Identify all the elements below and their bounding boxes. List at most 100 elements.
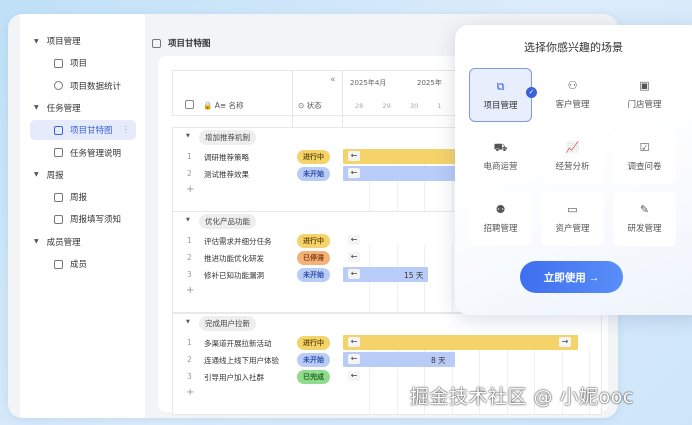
survey-icon: ☑ [639,141,650,154]
page-title: 项目甘特图 [152,37,211,49]
sidebar-item[interactable]: 成员 [20,254,145,274]
duration-label: 15 天 [404,271,424,280]
task-name[interactable]: 连通线上线下用户体验 [204,355,279,366]
pen-icon: ✎ [639,203,650,216]
day-label: 1 [437,102,442,110]
gantt-icon [152,38,161,48]
scene-option[interactable]: ⚇ 客户管理 [541,68,604,122]
group-name[interactable]: 优化产品功能 [199,214,256,229]
day-label: 28 [355,102,364,110]
sidebar-item-label: 项目甘特图 [70,126,113,137]
arrow-left-icon[interactable]: ← [348,168,360,178]
doc-icon [54,148,63,157]
doc-icon [54,214,63,224]
row-number: 2 [187,253,192,262]
scene-option-label: 经营分析 [555,162,590,172]
page-title-text: 项目甘特图 [168,39,211,49]
status-badge[interactable]: 已完成 [297,370,330,384]
caret-down-icon: ▼ [34,104,39,112]
sidebar-item[interactable]: ▼ 任务管理 [20,98,145,118]
collapse-group-icon[interactable]: ▼ [186,133,190,139]
more-icon[interactable]: ⋮ [122,125,131,135]
status-badge[interactable]: 未开始 [297,353,330,367]
sidebar-item[interactable]: ▼ 周报 [20,165,145,185]
sidebar-item[interactable]: 项目数据统计 [20,76,145,96]
scene-option[interactable]: ▭ 资产管理 [541,192,604,246]
scene-option[interactable]: 📈 经营分析 [541,130,604,184]
task-name[interactable]: 推进功能优化研发 [204,253,264,264]
sidebar-item[interactable]: 周报填写须知 [20,209,145,229]
gantt-bar[interactable] [343,335,578,350]
scene-option[interactable]: ⛟ 电商运营 [469,130,532,184]
scene-option-label: 门店管理 [627,100,662,110]
arrow-left-icon[interactable]: ← [348,354,360,364]
task-name[interactable]: 测试推荐效果 [204,169,249,180]
sidebar-item[interactable]: 周报 [20,187,145,207]
sidebar-item[interactable]: ▼ 项目管理 [20,31,145,51]
sidebar: ▼ 项目管理项目项目数据统计 ▼ 任务管理项目甘特图 ⋮ 任务管理说明 ▼ 周报 周报 周报填写须… [20,14,145,418]
scene-option[interactable]: ⧉ 项目管理 [469,68,532,122]
use-now-button[interactable]: 立即使用 → [520,261,623,293]
sidebar-item-label: 项目 [70,59,88,70]
col-status-label: 状态 [306,101,322,110]
sidebar-item[interactable]: ▼ 成员管理 [20,232,145,252]
task-name[interactable]: 引导用户加入社群 [204,372,264,383]
month-label: 2025年4月 [350,79,387,87]
group-name[interactable]: 完成用户拉新 [199,316,256,331]
collapse-group-icon[interactable]: ▼ [186,319,190,325]
arrow-right-icon[interactable]: → [559,337,571,347]
sidebar-item[interactable]: 任务管理说明 [20,143,145,163]
sidebar-item[interactable]: 项目 [20,53,145,73]
task-name[interactable]: 评估需求并细分任务 [204,236,272,247]
status-badge[interactable]: 未开始 [297,268,330,282]
row-number: 2 [187,355,192,364]
scene-option-label: 研发管理 [627,224,662,234]
sidebar-item-label: 成员 [70,260,88,270]
watermark: 掘金技术社区 @ 小妮ooc [410,386,634,408]
add-task-button[interactable]: + [186,285,194,296]
month-label: 2025年 [417,79,442,87]
scene-option-label: 调查问卷 [627,162,662,172]
arrow-left-icon[interactable]: ← [348,371,360,381]
scene-option-label: 招聘管理 [483,224,518,234]
people-icon: ⚉ [495,203,506,216]
dialog-title: 选择你感兴趣的场景 [524,41,623,54]
col-name-label: 名称 [228,101,244,110]
task-name[interactable]: 修补已知功能漏洞 [204,270,264,281]
status-badge[interactable]: 未开始 [297,167,330,181]
arrow-left-icon[interactable]: ← [348,252,360,262]
sidebar-item[interactable]: 项目甘特图 ⋮ [30,120,136,141]
add-task-button[interactable]: + [186,184,194,195]
task-name[interactable]: 多渠道开展拉新活动 [204,338,272,349]
status-badge[interactable]: 进行中 [297,234,330,248]
name-column-header[interactable]: 🔒 A≡ 名称 [203,100,244,111]
collapse-group-icon[interactable]: ▼ [186,217,190,223]
group-name[interactable]: 增加推荐机制 [199,130,256,145]
scene-option[interactable]: ⚉ 招聘管理 [469,192,532,246]
status-badge[interactable]: 已停滞 [297,251,330,265]
status-icon: ⊙ [298,101,305,110]
day-label: 30 [410,102,419,110]
arrow-left-icon[interactable]: ← [348,151,360,161]
arrow-left-icon[interactable]: ← [348,337,360,347]
scene-option-label: 资产管理 [555,224,590,234]
scene-option[interactable]: ▣ 门店管理 [613,68,676,122]
sidebar-item-label: 项目数据统计 [70,81,122,92]
scene-option[interactable]: ✎ 研发管理 [613,192,676,246]
status-badge[interactable]: 进行中 [297,336,330,350]
arrow-left-icon[interactable]: ← [348,235,360,245]
row-number: 1 [187,338,192,347]
grid-line [451,245,453,312]
status-badge[interactable]: 进行中 [297,150,330,164]
add-task-button[interactable]: + [186,387,194,398]
scene-option[interactable]: ☑ 调查问卷 [613,130,676,184]
select-all-checkbox[interactable] [185,100,194,109]
table-icon [54,58,63,68]
collapse-button[interactable]: « [330,75,336,85]
row-number: 2 [187,169,192,178]
customer-icon: ⚇ [567,79,578,92]
arrow-left-icon[interactable]: ← [348,269,360,279]
status-column-header[interactable]: ⊙ 状态 [298,100,322,111]
task-name[interactable]: 调研推荐策略 [204,152,249,163]
caret-down-icon: ▼ [34,37,39,45]
